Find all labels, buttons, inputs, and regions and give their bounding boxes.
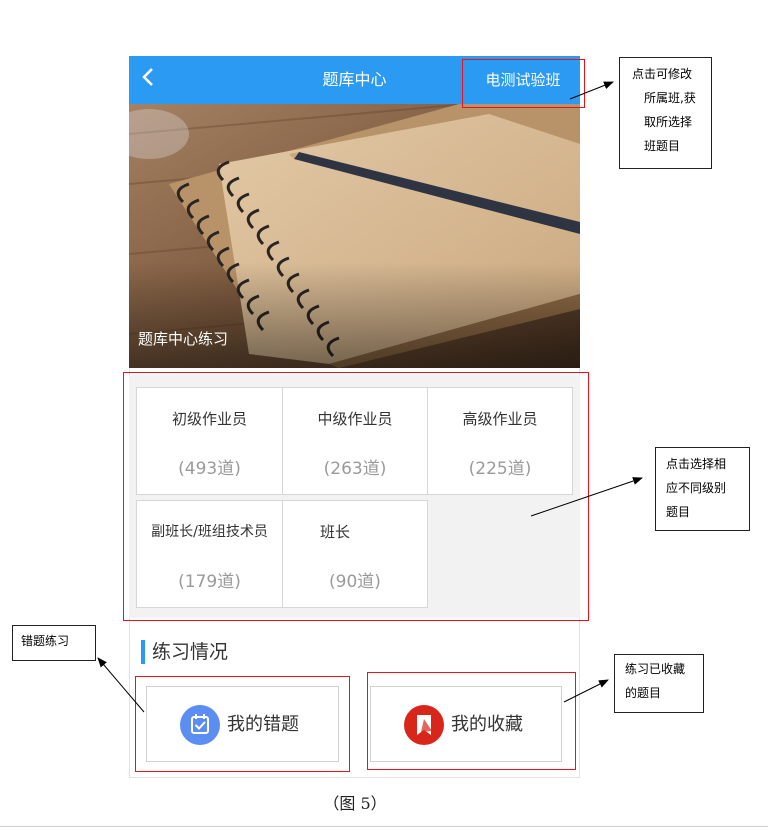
divider [0,826,768,827]
annotation-arrows [97,81,643,713]
figure-caption: （图 5） [323,794,387,813]
